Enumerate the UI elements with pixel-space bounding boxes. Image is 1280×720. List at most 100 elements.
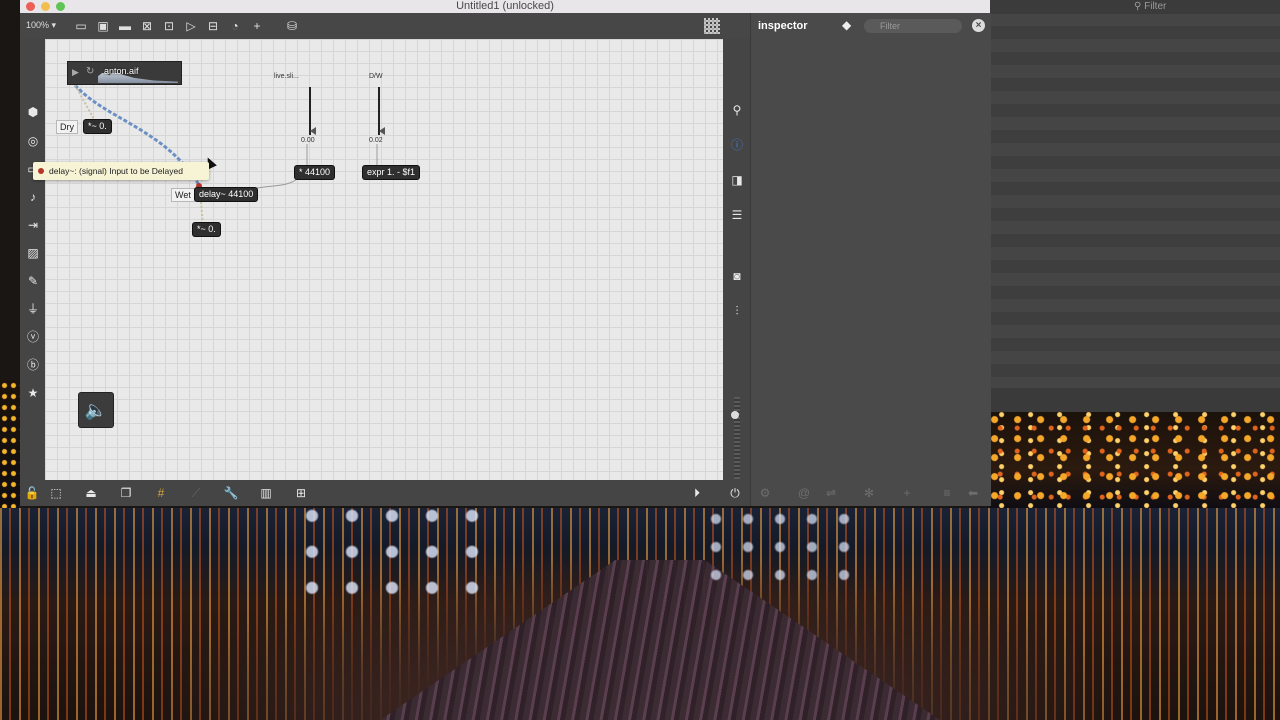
vizzie-icon[interactable]: ⓥ	[25, 329, 41, 345]
multiply-object[interactable]: * 44100	[295, 166, 335, 179]
at-icon[interactable]: @	[796, 485, 812, 501]
edit-icon[interactable]: ⬚	[48, 485, 64, 501]
dsp-power-icon[interactable]: ⏻	[727, 485, 743, 501]
wallpaper-glow-left	[300, 505, 500, 615]
window-title: Untitled1 (unlocked)	[456, 0, 554, 12]
background-window-strip	[990, 388, 1280, 412]
close-window-button[interactable]	[26, 2, 35, 11]
inspector-header: inspector ◆ ⚲ ×	[751, 13, 991, 39]
zoom-window-button[interactable]	[56, 2, 65, 11]
camera-icon[interactable]: ◙	[729, 268, 745, 284]
grid-icon[interactable]	[704, 18, 720, 34]
wrench-icon[interactable]: 🔧	[223, 485, 239, 501]
presentation-mode-icon[interactable]: ⏏	[83, 485, 99, 501]
snowflake-icon[interactable]: ✻	[861, 485, 877, 501]
wet-label[interactable]: Wet	[171, 188, 195, 202]
patch-cord-sfplay-to-dry	[74, 84, 96, 122]
max-patcher-window: Untitled1 (unlocked) 100% ▾ ▭ ▣ ▬ ⊠ ⊡ ▷ …	[20, 0, 991, 506]
inspector-panel: inspector ◆ ⚲ × ⚙ @ ⇌ ✻ + ≡ ⬅	[750, 13, 991, 506]
paint-bucket-icon[interactable]: ⛁	[284, 18, 300, 34]
music-note-icon[interactable]: ♪	[25, 189, 41, 205]
minimize-window-button[interactable]	[41, 2, 50, 11]
search-icon[interactable]: ⚲	[729, 102, 745, 118]
slider2-label: D/W	[369, 73, 383, 80]
bottom-toolbar: 🔓 ⬚ ⏏ ❐ # ⟋ 🔧 ▥ ⊞ ⏵ ⏻	[20, 480, 750, 506]
dial-icon[interactable]: ◔	[227, 18, 243, 34]
volume-knob[interactable]	[731, 411, 739, 419]
sfplay-object[interactable]: ▶ ↻ anton.aif	[68, 62, 181, 84]
volume-meter	[734, 397, 740, 479]
dry-gain-object[interactable]: *~ 0.	[84, 120, 111, 133]
tooltip-dot-icon	[38, 168, 44, 174]
book-icon[interactable]: ◨	[729, 172, 745, 188]
slider1-knob[interactable]	[310, 127, 316, 135]
slider2-knob[interactable]	[379, 127, 385, 135]
patch-cord-mul-to-delay	[249, 178, 298, 192]
patch-cords	[73, 84, 378, 226]
wallpaper-lights-left	[0, 380, 20, 508]
slider1-label: live.sli...	[274, 73, 299, 80]
wallpaper-glow-right	[700, 505, 860, 585]
wallpaper-lights-right	[990, 412, 1280, 508]
sequence-icon[interactable]: ⇥	[25, 217, 41, 233]
comment-icon[interactable]: ▬	[117, 18, 133, 34]
autoconnect-icon[interactable]: ⟋	[188, 485, 204, 501]
inspector-title: inspector	[758, 20, 808, 32]
cube-icon[interactable]: ⬢	[25, 104, 41, 120]
loop-icon[interactable]: ↻	[86, 66, 94, 77]
add-icon[interactable]: +	[249, 18, 265, 34]
diamond-icon[interactable]: ◆	[842, 18, 856, 32]
info-icon[interactable]: ⓘ	[729, 137, 745, 153]
delay-object[interactable]: delay~ 44100	[195, 188, 258, 201]
plug-icon[interactable]: ⏚	[25, 301, 41, 317]
paperclip-icon[interactable]: ✎	[25, 273, 41, 289]
patcher-canvas[interactable]: ▶ ↻ anton.aif Dry *~ 0. Wet delay~ 44100…	[45, 39, 723, 480]
message-icon[interactable]: ⊠	[139, 18, 155, 34]
inlet-tooltip: delay~: (signal) Input to be Delayed	[33, 162, 209, 180]
slider2-value: 0.02	[369, 137, 383, 144]
slider-icon[interactable]: ⊟	[205, 18, 221, 34]
left-sidebar: ⬢ ◎ ▭ ♪ ⇥ ▨ ✎ ⏚ ⓥ ⓑ ★	[20, 39, 45, 480]
zoom-menu[interactable]: 100% ▾	[26, 20, 56, 31]
patcher-toolbar: 100% ▾ ▭ ▣ ▬ ⊠ ⊡ ▷ ⊟ ◔ + ⛁	[20, 13, 750, 39]
object-icon[interactable]: ⊡	[161, 18, 177, 34]
background-window	[990, 0, 1280, 412]
new-view-icon[interactable]: ❐	[118, 485, 134, 501]
window-titlebar: Untitled1 (unlocked)	[20, 0, 990, 13]
tooltip-text: delay~: (signal) Input to be Delayed	[49, 166, 183, 176]
mixer-icon[interactable]: ⫶	[729, 303, 745, 319]
expr-object[interactable]: expr 1. - $f1	[363, 166, 420, 179]
keyboard-icon[interactable]: ▥	[258, 485, 274, 501]
menu-icon[interactable]: ≡	[939, 485, 955, 501]
beap-icon[interactable]: ⓑ	[25, 357, 41, 373]
add-icon[interactable]: +	[899, 485, 915, 501]
close-icon[interactable]: ×	[972, 19, 985, 32]
zoom-level: 100%	[26, 20, 50, 30]
background-filter[interactable]: ⚲ Filter	[1134, 1, 1166, 12]
list-icon[interactable]: ☰	[729, 207, 745, 223]
play-transport-icon[interactable]: ⏵	[689, 485, 705, 501]
ezdac-speaker-object[interactable]: 🔈	[79, 393, 113, 427]
wet-gain-object[interactable]: *~ 0.	[193, 223, 220, 236]
speaker-icon: 🔈	[84, 400, 108, 420]
presentation-icon[interactable]: ▭	[73, 18, 89, 34]
inspector-filter-input[interactable]	[864, 19, 962, 33]
grid-toggle-icon[interactable]: #	[153, 485, 169, 501]
right-sidebar: ⚲ ⓘ ◨ ☰ ◙ ⫶	[723, 39, 750, 480]
search-icon: ⚲	[1134, 1, 1142, 12]
dry-label[interactable]: Dry	[56, 120, 78, 134]
mixer-grid-icon[interactable]: ⊞	[293, 485, 309, 501]
sliders-icon[interactable]: ⇌	[823, 485, 839, 501]
star-icon[interactable]: ★	[25, 385, 41, 401]
target-icon[interactable]: ◎	[25, 133, 41, 149]
back-icon[interactable]: ⬅	[965, 485, 981, 501]
play-icon[interactable]: ▶	[72, 67, 79, 78]
lock-icon[interactable]: 🔓	[24, 485, 40, 501]
slider1-value: 0.00	[301, 137, 315, 144]
sfplay-filename: anton.aif	[104, 66, 139, 76]
toggle-icon[interactable]: ▷	[183, 18, 199, 34]
snapshot-icon[interactable]: ▣	[95, 18, 111, 34]
background-filter-label: Filter	[1144, 1, 1167, 12]
image-icon[interactable]: ▨	[25, 245, 41, 261]
gear-icon[interactable]: ⚙	[757, 485, 773, 501]
